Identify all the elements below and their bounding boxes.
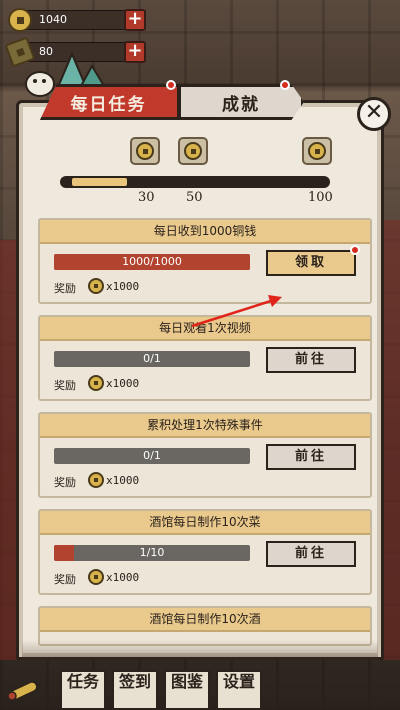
claim-button[interactable]: 领取 bbox=[266, 250, 356, 276]
reward-value: x1000 bbox=[106, 280, 140, 293]
tab-daily-tasks[interactable]: 每日任务 bbox=[40, 84, 180, 120]
tab-achievements-notification-dot bbox=[280, 80, 290, 90]
reward-value: x1000 bbox=[106, 571, 140, 584]
reward-value: x1000 bbox=[106, 377, 140, 390]
task-title: 每日收到1000铜钱 bbox=[40, 220, 370, 244]
milestone-chest-2[interactable] bbox=[178, 137, 208, 165]
close-button[interactable]: ✕ bbox=[357, 97, 391, 131]
add-energy-button[interactable]: + bbox=[124, 41, 146, 63]
task-progress-bar: 0/1 bbox=[54, 351, 250, 367]
coin-resource-bar: 1040 + bbox=[6, 8, 146, 32]
copper-coin-icon bbox=[88, 569, 104, 585]
add-coins-button[interactable]: + bbox=[124, 9, 146, 31]
close-icon: ✕ bbox=[364, 100, 384, 125]
task-title: 酒馆每日制作10次酒 bbox=[40, 608, 370, 632]
tab-daily-notification-dot bbox=[166, 80, 176, 90]
copper-coin-icon bbox=[88, 278, 104, 294]
copper-coin-icon bbox=[88, 472, 104, 488]
task-progress-text: 0/1 bbox=[143, 449, 161, 462]
reward-value: x1000 bbox=[106, 474, 140, 487]
copper-coin-icon bbox=[88, 375, 104, 391]
reward-label: 奖励 bbox=[54, 476, 76, 489]
task-progress-bar: 0/1 bbox=[54, 448, 250, 464]
task-card: 累积处理1次特殊事件 0/1 奖励 x1000 前往 bbox=[38, 412, 372, 498]
tab-achievements-label: 成就 bbox=[222, 94, 260, 115]
task-title: 酒馆每日制作10次菜 bbox=[40, 511, 370, 535]
coin-icon bbox=[308, 142, 326, 160]
nav-collection[interactable]: 图鉴 bbox=[164, 670, 210, 710]
go-button[interactable]: 前往 bbox=[266, 347, 356, 373]
milestone-chest-3[interactable] bbox=[302, 137, 332, 165]
go-button[interactable]: 前往 bbox=[266, 444, 356, 470]
milestone-progress-fill bbox=[72, 178, 127, 186]
scroll-icon[interactable] bbox=[4, 676, 42, 704]
task-progress-text: 0/1 bbox=[143, 352, 161, 365]
milestone-label-2: 50 bbox=[186, 190, 203, 205]
task-title: 累积处理1次特殊事件 bbox=[40, 414, 370, 438]
milestone-label-1: 30 bbox=[138, 190, 155, 205]
coin-icon bbox=[184, 142, 202, 160]
milestone-chest-1[interactable] bbox=[130, 137, 160, 165]
task-progress-bar: 1/10 bbox=[54, 545, 250, 561]
tab-daily-tasks-label: 每日任务 bbox=[70, 94, 147, 115]
reward-label: 奖励 bbox=[54, 282, 76, 295]
task-progress-bar: 1000/1000 bbox=[54, 254, 250, 270]
task-progress-text: 1/10 bbox=[139, 546, 165, 559]
reward-label: 奖励 bbox=[54, 573, 76, 586]
coin-icon bbox=[136, 142, 154, 160]
reward-label: 奖励 bbox=[54, 379, 76, 392]
coin-count: 1040 bbox=[20, 10, 136, 30]
task-card: 酒馆每日制作10次菜 1/10 奖励 x1000 前往 bbox=[38, 509, 372, 595]
go-button[interactable]: 前往 bbox=[266, 541, 356, 567]
red-pointer-arrow bbox=[191, 295, 282, 328]
task-progress-text: 1000/1000 bbox=[122, 255, 182, 268]
nav-settings[interactable]: 设置 bbox=[216, 670, 262, 710]
milestone-label-3: 100 bbox=[308, 190, 333, 205]
nav-tasks[interactable]: 任务 bbox=[60, 670, 106, 710]
nav-signin[interactable]: 签到 bbox=[112, 670, 158, 710]
claim-notification-dot bbox=[350, 245, 360, 255]
copper-coin-icon bbox=[8, 8, 32, 32]
